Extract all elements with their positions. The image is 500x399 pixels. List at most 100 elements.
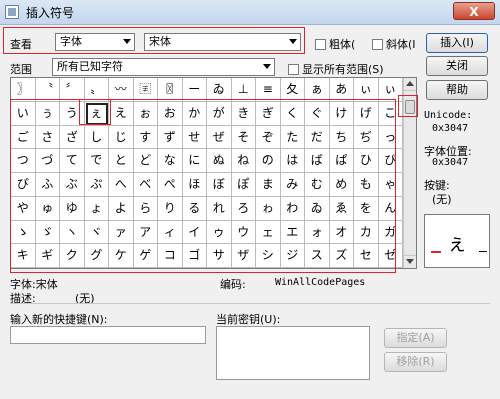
bold-checkbox[interactable]: 粗体( [315, 36, 355, 52]
character-cell[interactable]: ケ [109, 244, 134, 268]
scroll-thumb[interactable] [405, 100, 415, 114]
character-cell[interactable]: う [60, 101, 85, 126]
character-cell[interactable]: ぐ [305, 101, 330, 126]
character-cell[interactable]: ち [329, 125, 354, 150]
character-cell[interactable]: ー [182, 78, 207, 102]
character-cell[interactable]: ヽ [60, 220, 85, 245]
character-cell[interactable]: ゼ [378, 244, 403, 268]
character-cell[interactable]: お [158, 101, 183, 126]
new-shortcut-input[interactable] [10, 326, 206, 344]
character-cell[interactable]: ゐ [207, 78, 232, 102]
character-cell[interactable]: ア [133, 220, 158, 245]
character-cell[interactable]: ィ [158, 220, 183, 245]
character-cell[interactable]: ⊥ [231, 78, 256, 102]
character-cell[interactable]: 〰 [109, 78, 134, 102]
character-cell[interactable]: ら [133, 196, 158, 221]
character-cell[interactable]: ゥ [207, 220, 232, 245]
character-cell[interactable]: グ [84, 244, 109, 268]
character-cell[interactable]: ギ [35, 244, 60, 268]
character-cell[interactable]: ろ [231, 196, 256, 221]
show-all-ranges-checkbox[interactable]: 显示所有范围(S) [288, 61, 384, 77]
character-cell[interactable]: イ [182, 220, 207, 245]
character-cell[interactable]: カ [354, 220, 379, 245]
character-cell[interactable]: な [158, 149, 183, 173]
character-cell[interactable]: べ [133, 173, 158, 197]
character-cell[interactable]: け [329, 101, 354, 126]
character-cell[interactable]: 〟 [84, 78, 109, 102]
scroll-up-icon[interactable] [404, 78, 416, 91]
close-window-button[interactable]: X [453, 2, 495, 20]
character-cell[interactable]: ほ [182, 173, 207, 197]
character-cell[interactable]: ゴ [182, 244, 207, 268]
character-cell[interactable]: ぞ [256, 125, 281, 150]
character-cell[interactable]: よ [109, 196, 134, 221]
character-cell[interactable]: ご [11, 125, 36, 150]
character-cell[interactable]: エ [280, 220, 305, 245]
character-cell[interactable]: ぜ [207, 125, 232, 150]
character-cell[interactable]: ゎ [256, 196, 281, 221]
character-cell[interactable]: や [11, 196, 36, 221]
character-cell[interactable]: づ [35, 149, 60, 173]
character-cell[interactable]: ゐ [305, 196, 330, 221]
character-cell[interactable]: は [280, 149, 305, 173]
character-cell[interactable]: ば [305, 149, 330, 173]
character-cell[interactable]: み [280, 173, 305, 197]
character-cell[interactable]: ぉ [133, 101, 158, 126]
character-cell[interactable]: オ [329, 220, 354, 245]
character-cell[interactable]: の [256, 149, 281, 173]
character-cell[interactable]: ぼ [207, 173, 232, 197]
character-cell[interactable]: ぴ [11, 173, 36, 197]
character-cell[interactable]: ふ [35, 173, 60, 197]
character-cell[interactable]: へ [109, 173, 134, 197]
character-cell[interactable]: ど [133, 149, 158, 173]
character-cell[interactable]: ウ [231, 220, 256, 245]
character-cell[interactable]: せ [182, 125, 207, 150]
character-cell[interactable]: ェ [256, 220, 281, 245]
character-cell[interactable]: ガ [378, 220, 403, 245]
character-cell[interactable]: に [182, 149, 207, 173]
character-cell[interactable]: を [354, 196, 379, 221]
character-cell[interactable]: ぁ [305, 78, 330, 102]
character-cell[interactable]: も [354, 173, 379, 197]
character-cell[interactable]: コ [158, 244, 183, 268]
font-dropdown[interactable]: 宋体 [144, 33, 301, 51]
character-cell[interactable]: と [109, 149, 134, 173]
character-cell[interactable]: ザ [231, 244, 256, 268]
character-cell[interactable]: い [11, 101, 36, 126]
character-cell[interactable]: ぷ [84, 173, 109, 197]
character-cell[interactable]: び [378, 149, 403, 173]
character-cell[interactable]: ざ [60, 125, 85, 150]
character-cell[interactable]: る [182, 196, 207, 221]
character-cell[interactable]: ぇ [84, 101, 109, 126]
character-cell[interactable]: こ [378, 101, 403, 126]
character-cell[interactable]: ぢ [354, 125, 379, 150]
character-cell[interactable]: ゑ [329, 196, 354, 221]
character-cell[interactable]: ま [256, 173, 281, 197]
character-cell[interactable]: ゅ [35, 196, 60, 221]
character-cell[interactable]: ゆ [60, 196, 85, 221]
character-cell[interactable]: さ [35, 125, 60, 150]
character-cell[interactable]: ぎ [256, 101, 281, 126]
character-cell[interactable]: じ [109, 125, 134, 150]
character-cell[interactable]: っ [378, 125, 403, 150]
character-cell[interactable]: て [60, 149, 85, 173]
range-dropdown[interactable]: 所有已知字符 [52, 58, 275, 76]
category-dropdown[interactable]: 字体 [55, 33, 135, 51]
italic-checkbox[interactable]: 斜体(I [372, 36, 416, 52]
character-cell[interactable]: ス [305, 244, 330, 268]
character-cell[interactable]: つ [11, 149, 36, 173]
character-cell[interactable]: り [158, 196, 183, 221]
character-cell[interactable]: 夂 [280, 78, 305, 102]
character-cell[interactable]: シ [256, 244, 281, 268]
current-keys-list[interactable] [216, 326, 370, 380]
character-cell[interactable]: ね [231, 149, 256, 173]
close-button[interactable]: 关闭 [426, 56, 488, 76]
remove-button[interactable]: 移除(R) [384, 352, 447, 372]
character-cell[interactable]: 〗 [11, 78, 36, 102]
character-cell[interactable]: む [305, 173, 330, 197]
character-cell[interactable]: す [133, 125, 158, 150]
assign-button[interactable]: 指定(A) [384, 328, 447, 348]
character-cell[interactable]: ゞ [35, 220, 60, 245]
character-cell[interactable]: 〾 [133, 78, 158, 102]
character-cell[interactable]: 〿 [158, 78, 183, 102]
